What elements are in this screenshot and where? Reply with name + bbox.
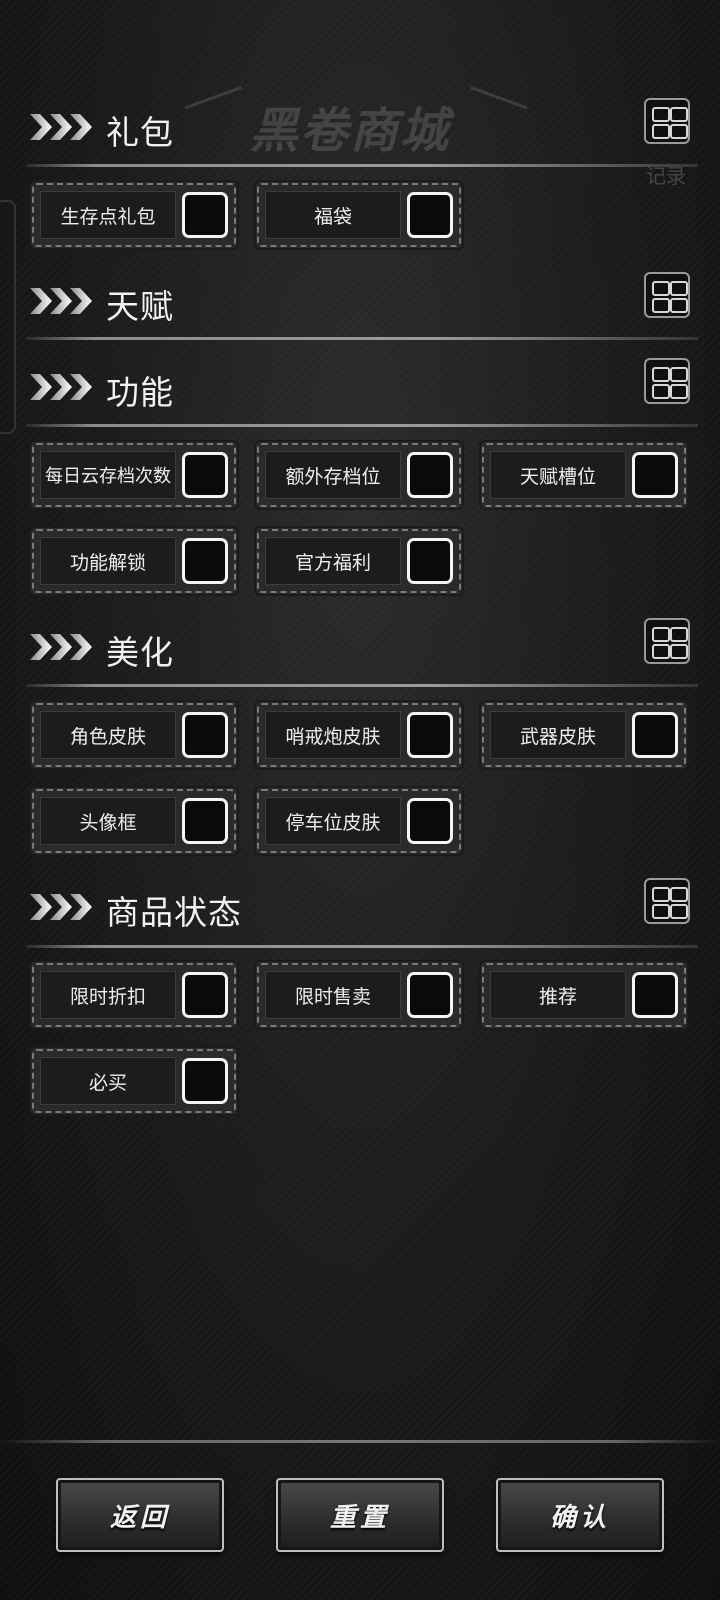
option-label: 头像框 [40, 797, 176, 845]
option-item[interactable]: 天赋槽位 [479, 440, 689, 510]
option-label: 角色皮肤 [40, 711, 176, 759]
option-label: 哨戒炮皮肤 [265, 711, 401, 759]
option-checkbox[interactable] [182, 712, 228, 758]
option-checkbox[interactable] [632, 712, 678, 758]
option-label: 天赋槽位 [490, 451, 626, 499]
option-item[interactable]: 额外存档位 [254, 440, 464, 510]
grid-toggle-button[interactable] [644, 98, 690, 144]
option-item[interactable]: 功能解锁 [29, 526, 239, 596]
section-divider [26, 337, 698, 340]
section-header-beautify: 美化 [30, 618, 690, 682]
option-label: 必买 [40, 1057, 176, 1105]
section-divider [26, 945, 698, 948]
option-checkbox[interactable] [182, 1058, 228, 1104]
option-item[interactable]: 福袋 [254, 180, 464, 250]
section-title: 功能 [106, 373, 174, 412]
option-checkbox[interactable] [407, 972, 453, 1018]
section-header-talent: 天赋 [30, 272, 690, 336]
option-item[interactable]: 角色皮肤 [29, 700, 239, 770]
section-title: 商品状态 [106, 893, 242, 932]
triple-chevron-icon [30, 114, 92, 140]
option-item[interactable]: 必买 [29, 1046, 239, 1116]
section-divider [26, 424, 698, 427]
section-title: 礼包 [106, 113, 174, 152]
option-label: 停车位皮肤 [265, 797, 401, 845]
left-edge-tab [0, 200, 16, 434]
option-label: 限时售卖 [265, 971, 401, 1019]
triple-chevron-icon [30, 288, 92, 314]
option-label: 官方福利 [265, 537, 401, 585]
option-item[interactable]: 武器皮肤 [479, 700, 689, 770]
section-divider [26, 164, 698, 167]
option-checkbox[interactable] [407, 798, 453, 844]
option-label: 武器皮肤 [490, 711, 626, 759]
option-label: 限时折扣 [40, 971, 176, 1019]
option-label: 额外存档位 [265, 451, 401, 499]
option-item[interactable]: 推荐 [479, 960, 689, 1030]
footer-divider [0, 1440, 720, 1443]
option-checkbox[interactable] [407, 192, 453, 238]
triple-chevron-icon [30, 634, 92, 660]
option-checkbox[interactable] [182, 452, 228, 498]
section-divider [26, 684, 698, 687]
triple-chevron-icon [30, 894, 92, 920]
option-checkbox[interactable] [407, 538, 453, 584]
section-title: 天赋 [106, 287, 174, 326]
grid-toggle-button[interactable] [644, 878, 690, 924]
option-checkbox[interactable] [182, 972, 228, 1018]
option-checkbox[interactable] [632, 452, 678, 498]
back-button-label: 返回 [109, 1502, 170, 1533]
option-checkbox[interactable] [182, 798, 228, 844]
grid-toggle-button[interactable] [644, 358, 690, 404]
option-checkbox[interactable] [182, 192, 228, 238]
option-item[interactable]: 停车位皮肤 [254, 786, 464, 856]
option-item[interactable]: 头像框 [29, 786, 239, 856]
option-label: 功能解锁 [40, 537, 176, 585]
triple-chevron-icon [30, 374, 92, 400]
section-title: 美化 [106, 633, 174, 672]
grid-toggle-button[interactable] [644, 272, 690, 318]
section-header-product-status: 商品状态 [30, 878, 690, 942]
option-item[interactable]: 官方福利 [254, 526, 464, 596]
option-label: 推荐 [490, 971, 626, 1019]
confirm-button-label: 确认 [549, 1502, 610, 1533]
option-item[interactable]: 限时售卖 [254, 960, 464, 1030]
option-item[interactable]: 生存点礼包 [29, 180, 239, 250]
confirm-button[interactable]: 确认 [496, 1478, 664, 1552]
option-checkbox[interactable] [632, 972, 678, 1018]
option-checkbox[interactable] [407, 452, 453, 498]
option-item[interactable]: 每日云存档次数 [29, 440, 239, 510]
option-label: 生存点礼包 [40, 191, 176, 239]
grid-toggle-button[interactable] [644, 618, 690, 664]
option-item[interactable]: 哨戒炮皮肤 [254, 700, 464, 770]
back-button[interactable]: 返回 [56, 1478, 224, 1552]
option-item[interactable]: 限时折扣 [29, 960, 239, 1030]
option-checkbox[interactable] [182, 538, 228, 584]
option-label: 福袋 [265, 191, 401, 239]
section-header-function: 功能 [30, 358, 690, 422]
option-checkbox[interactable] [407, 712, 453, 758]
reset-button-label: 重置 [329, 1502, 390, 1533]
reset-button[interactable]: 重置 [276, 1478, 444, 1552]
option-label: 每日云存档次数 [40, 451, 176, 499]
section-header-gift: 礼包 [30, 98, 690, 162]
